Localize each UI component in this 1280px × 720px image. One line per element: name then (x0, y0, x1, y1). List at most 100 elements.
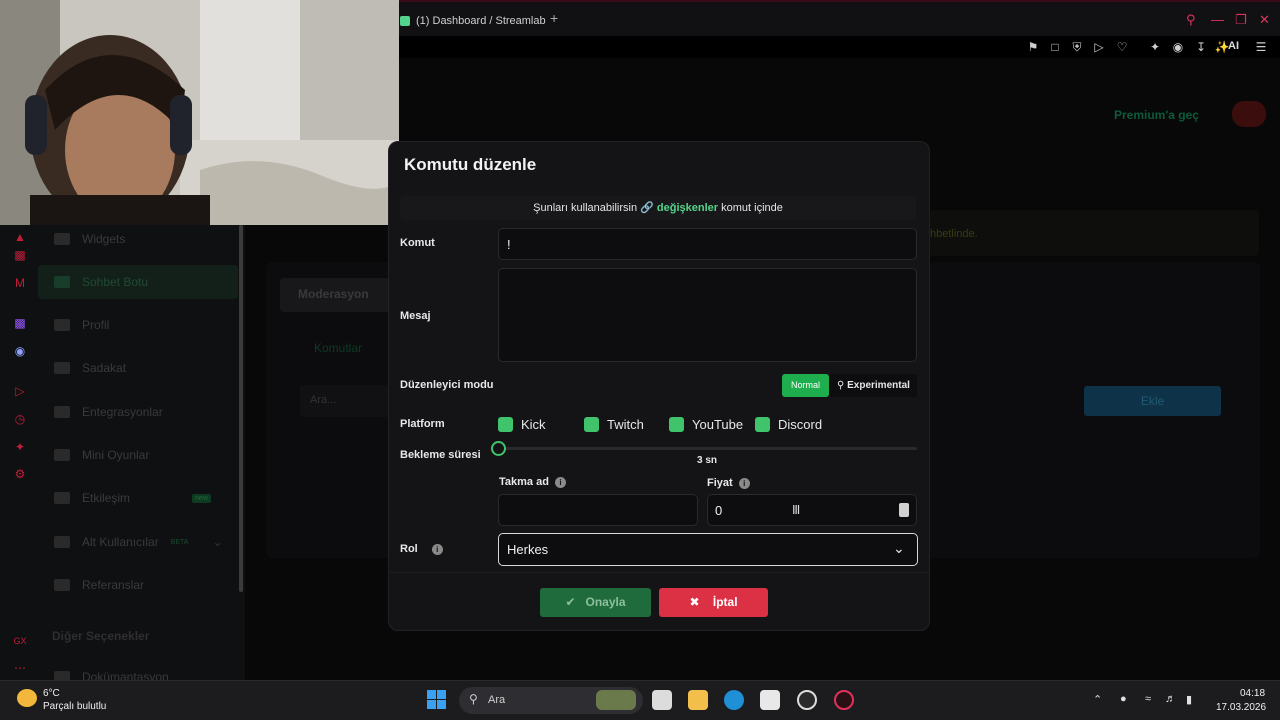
microphone-icon[interactable]: ● (1120, 693, 1127, 705)
cancel-button[interactable]: ✖ İptal (659, 588, 768, 617)
cooldown-slider-thumb[interactable] (491, 441, 506, 456)
edge-icon[interactable] (724, 690, 744, 710)
new-tab-button[interactable]: + (550, 10, 558, 26)
restore-icon[interactable]: ❐ (1235, 12, 1247, 28)
sidebar-item-referrals[interactable]: Referanslar (54, 578, 144, 592)
info-icon[interactable]: i (554, 476, 566, 488)
pin-icon[interactable]: ⚑ (1025, 40, 1041, 54)
chevron-down-icon[interactable]: ⌄ (212, 535, 222, 549)
shield-icon[interactable]: ⛨ (1069, 40, 1085, 55)
file-explorer-icon[interactable] (688, 690, 708, 710)
platform-youtube-checkbox[interactable]: YouTube (669, 417, 743, 432)
store-icon[interactable] (760, 690, 780, 710)
variables-link[interactable]: değişkenler (657, 202, 718, 214)
music-icon (54, 492, 70, 504)
heart-icon[interactable]: ♡ (1114, 40, 1130, 54)
opera-gx-icon[interactable] (834, 690, 854, 710)
gamepad-icon (54, 449, 70, 461)
platform-kick-checkbox[interactable]: Kick (498, 417, 546, 432)
sidebar-item-label: Sadakat (82, 361, 127, 375)
confirm-button[interactable]: ✔ Onayla (540, 588, 651, 617)
number-spinner[interactable] (899, 503, 909, 517)
search-icon: ⚲ (469, 692, 478, 706)
notice-card: hbetlinde. (929, 210, 1259, 256)
browser-tab[interactable]: (1) Dashboard / Streamlab (400, 10, 546, 32)
clock-date[interactable]: 17.03.2026 (1216, 702, 1266, 713)
price-input[interactable]: 0 (707, 494, 917, 526)
cooldown-slider-track[interactable] (500, 447, 917, 450)
weather-icon[interactable] (17, 689, 37, 707)
close-icon[interactable]: ✕ (1259, 12, 1270, 28)
start-button[interactable] (427, 690, 446, 709)
search-icon[interactable]: ⚲ (1186, 12, 1196, 28)
sidebar-item-label: Profil (82, 318, 110, 332)
play-icon[interactable]: ▷ (1091, 40, 1107, 54)
sidebar-item-profile[interactable]: Profil (54, 318, 109, 332)
rail-app-icon[interactable]: ▲ (13, 230, 27, 244)
weather-description[interactable]: Parçalı bulutlu (43, 701, 106, 712)
message-textarea[interactable] (498, 268, 917, 362)
rail-settings-icon[interactable]: ⚙ (13, 467, 27, 481)
rail-mail-icon[interactable]: M (13, 276, 27, 290)
discord-icon[interactable]: ◉ (13, 344, 27, 358)
subtab-commands[interactable]: Komutlar (298, 332, 390, 364)
role-label: Rol (400, 543, 418, 555)
sidebar-item-chatbot[interactable]: Sohbet Botu (54, 275, 148, 289)
weather-temperature[interactable]: 6°C (43, 688, 60, 699)
add-command-button[interactable]: Ekle (1084, 386, 1221, 416)
platform-discord-checkbox[interactable]: Discord (755, 417, 822, 432)
sidebar-item-label: Entegrasyonlar (82, 405, 163, 419)
alias-label: Takma ad (499, 476, 549, 488)
rail-stripes-icon[interactable]: ▩ (13, 248, 27, 262)
widgets-icon (54, 233, 70, 245)
battery-icon[interactable]: ▮ (1186, 693, 1192, 706)
obs-icon[interactable] (797, 690, 817, 710)
profile-icon[interactable]: ◉ (1170, 40, 1186, 54)
sidebar-item-subaccounts[interactable]: Alt Kullanıcılar BETA ⌄ (54, 535, 223, 549)
info-icon[interactable]: i (431, 543, 443, 555)
download-icon[interactable]: ↧ (1193, 40, 1209, 54)
platform-name: Kick (521, 417, 546, 432)
chevron-down-icon[interactable]: ⌄ (893, 540, 905, 557)
wifi-icon[interactable]: ≈ (1145, 693, 1151, 705)
premium-link[interactable]: Premium'a geç (1114, 108, 1199, 122)
extensions-icon[interactable]: ✦ (1147, 40, 1163, 54)
alias-input[interactable] (498, 494, 698, 526)
mode-experimental-button[interactable]: ⚲ Experimental (829, 374, 917, 397)
ai-button-label[interactable]: AI (1228, 40, 1239, 52)
mode-normal-button[interactable]: Normal (782, 374, 829, 397)
sidebar-item-integrations[interactable]: Entegrasyonlar (54, 405, 163, 419)
minimize-icon[interactable]: — (1211, 12, 1224, 27)
checkbox-icon (584, 417, 599, 432)
rail-gx-icon[interactable]: GX (13, 634, 27, 648)
role-label-wrap: Rol i (400, 543, 443, 555)
tab-moderation[interactable]: Moderasyon (280, 278, 390, 312)
sidebar-item-widgets[interactable]: Widgets (54, 232, 125, 246)
command-input[interactable]: ! (498, 228, 917, 260)
user-avatar[interactable] (1232, 101, 1266, 127)
rail-more-icon[interactable]: ⋯ (13, 661, 27, 675)
commands-search-input[interactable]: Ara... (300, 385, 390, 417)
tray-expand-icon[interactable]: ⌃ (1093, 693, 1102, 706)
crop-icon[interactable]: □ (1047, 40, 1063, 54)
task-view-icon[interactable] (652, 690, 672, 710)
platform-twitch-checkbox[interactable]: Twitch (584, 417, 644, 432)
rail-puzzle-icon[interactable]: ✦ (13, 440, 27, 454)
sidebar-item-interaction[interactable]: Etkileşim new (54, 491, 211, 505)
search-placeholder: Ara (488, 694, 506, 706)
twitch-icon[interactable]: ▩ (13, 316, 27, 330)
role-select[interactable]: Herkes (498, 533, 918, 566)
sidebar-item-minigames[interactable]: Mini Oyunlar (54, 448, 149, 462)
menu-icon[interactable]: ☰ (1253, 40, 1269, 54)
checkbox-icon (755, 417, 770, 432)
clock-time[interactable]: 04:18 (1240, 688, 1265, 699)
info-icon[interactable]: i (738, 477, 750, 489)
volume-icon[interactable]: ♬ (1165, 693, 1176, 705)
command-label: Komut (400, 237, 435, 249)
widgets-news-icon[interactable] (596, 690, 636, 710)
sidebar-item-loyalty[interactable]: Sadakat (54, 361, 126, 375)
rail-play-icon[interactable]: ▷ (13, 384, 27, 398)
rail-clock-icon[interactable]: ◷ (13, 412, 27, 426)
dialog-divider (389, 572, 929, 573)
sidebar-scrollbar[interactable] (239, 225, 243, 592)
